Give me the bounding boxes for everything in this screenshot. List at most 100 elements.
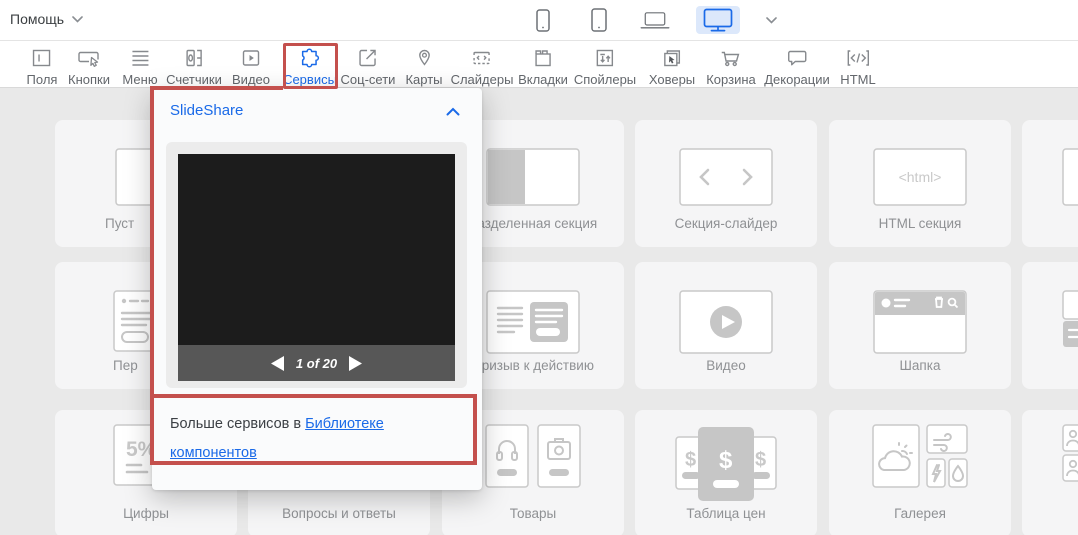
section-slider-icon	[679, 148, 773, 206]
card-label: Таблица цен	[635, 506, 817, 521]
card-label: Товары	[442, 506, 624, 521]
device-mobile-button[interactable]	[528, 6, 558, 34]
card-label: Видео	[635, 358, 817, 373]
card-label: Галерея	[829, 506, 1011, 521]
toolbar-item-label: Кнопки	[68, 72, 110, 87]
device-chevron-down-icon[interactable]	[766, 17, 777, 24]
svg-text:$: $	[685, 449, 696, 471]
share-arrow-icon	[356, 46, 380, 70]
map-pin-icon	[412, 46, 436, 70]
toolbar-item-counters[interactable]: Счетчики	[166, 46, 222, 87]
components-library-link-line2[interactable]: компонентов	[170, 445, 257, 461]
hovers-icon	[660, 46, 684, 70]
counters-icon	[182, 46, 206, 70]
toolbar-item-fields[interactable]: Поля	[27, 46, 58, 87]
slideshare-preview-frame: 1 of 20	[166, 142, 467, 388]
html-section-icon: <html>	[873, 148, 967, 206]
svg-text:$: $	[719, 447, 733, 474]
gallery-icon	[872, 424, 968, 488]
card-partial-r2[interactable]	[1022, 262, 1078, 389]
toolbar-item-label: Счетчики	[166, 72, 222, 87]
toolbar-item-label: Вкладки	[518, 72, 568, 87]
toolbar-item-maps[interactable]: Карты	[405, 46, 442, 87]
spoilers-icon	[593, 46, 617, 70]
split-section-icon	[486, 148, 580, 206]
more-services-prefix: Больше сервисов в	[170, 416, 301, 432]
toolbar-item-label: Поля	[27, 72, 58, 87]
toolbar-item-video[interactable]: Видео	[232, 46, 270, 87]
toolbar-item-cart[interactable]: Корзина	[706, 46, 756, 87]
preview-pagination-bar: 1 of 20	[178, 345, 455, 381]
toolbar-item-label: Корзина	[706, 72, 756, 87]
toolbar-item-spoilers[interactable]: Спойлеры	[574, 46, 636, 87]
more-services-text: Больше сервисов в Библиотеке компонентов	[170, 410, 464, 468]
help-label: Помощь	[10, 11, 64, 27]
products-icon	[485, 424, 581, 488]
toolbar-item-label: Меню	[122, 72, 157, 87]
card-price-table[interactable]: $ $ $ Таблица цен	[635, 410, 817, 535]
card-label: Шапка	[829, 358, 1011, 373]
prev-slide-button[interactable]	[271, 356, 284, 371]
card-partial-r3[interactable]	[1022, 410, 1078, 535]
toolbar-item-social[interactable]: Соц-сети	[341, 46, 396, 87]
toolbar-item-html[interactable]: HTML	[840, 46, 875, 87]
buttons-icon	[76, 46, 102, 70]
toolbar-item-label: Соц-сети	[341, 72, 396, 87]
slider-icon	[470, 46, 494, 70]
card-partial-r1[interactable]	[1022, 120, 1078, 247]
desktop-icon	[703, 8, 733, 32]
code-icon	[845, 46, 871, 70]
slideshare-title[interactable]: SlideShare	[170, 102, 243, 119]
video-icon	[239, 46, 263, 70]
services-dropdown-panel: SlideShare 1 of 20 Больше сервисов в Биб…	[152, 88, 482, 490]
help-menu[interactable]: Помощь	[10, 11, 83, 27]
toolbar-item-services[interactable]: Сервисы	[283, 46, 337, 87]
components-library-link-line1[interactable]: Библиотеке	[305, 416, 384, 432]
toolbar-item-buttons[interactable]: Кнопки	[68, 46, 110, 87]
card-gallery[interactable]: Галерея	[829, 410, 1011, 535]
chevron-down-icon	[72, 16, 83, 23]
device-desktop-button[interactable]	[696, 6, 740, 34]
card-html-section[interactable]: <html> HTML секция	[829, 120, 1011, 247]
slideshare-preview: 1 of 20	[178, 154, 455, 381]
tabs-icon	[531, 46, 555, 70]
chevron-up-icon[interactable]	[446, 107, 460, 116]
toolbar-item-label: Карты	[405, 72, 442, 87]
toolbar-item-label: Слайдеры	[451, 72, 514, 87]
toolbar-item-decorations[interactable]: Декорации	[764, 46, 830, 87]
card-label: HTML секция	[829, 216, 1011, 231]
mobile-icon	[536, 9, 550, 32]
card-header[interactable]: Шапка	[829, 262, 1011, 389]
fields-icon	[30, 46, 54, 70]
call-to-action-icon	[486, 290, 580, 354]
toolbar-item-tabs[interactable]: Вкладки	[518, 46, 568, 87]
card-label: Цифры	[55, 506, 237, 521]
card-label: Вопросы и ответы	[248, 506, 430, 521]
partial-section-icon	[1062, 148, 1078, 206]
device-laptop-button[interactable]	[640, 6, 670, 34]
card-section-slider[interactable]: Секция-слайдер	[635, 120, 817, 247]
toolbar-item-sliders[interactable]: Слайдеры	[451, 46, 514, 87]
card-video[interactable]: Видео	[635, 262, 817, 389]
device-tablet-button[interactable]	[584, 6, 614, 34]
toolbar-item-label: Видео	[232, 72, 270, 87]
partial-form-icon	[1062, 290, 1078, 348]
toolbar-item-label: Ховеры	[649, 72, 695, 87]
menu-icon	[128, 46, 152, 70]
toolbar-item-hovers[interactable]: Ховеры	[649, 46, 695, 87]
puzzle-icon	[297, 46, 323, 70]
toolbar-item-label: HTML	[840, 72, 875, 87]
svg-text:$: $	[755, 449, 766, 471]
components-toolbar: ы Поля Кнопки Меню Счетчики Видео Сервис…	[0, 41, 1078, 88]
tablet-icon	[591, 8, 607, 32]
speech-bubble-icon	[784, 46, 810, 70]
video-play-icon	[679, 290, 773, 354]
top-bar: Помощь	[0, 0, 1078, 41]
header-icon	[873, 290, 967, 354]
cart-icon	[718, 46, 744, 70]
device-switcher	[528, 0, 777, 40]
slide-counter: 1 of 20	[296, 356, 337, 371]
toolbar-item-menu[interactable]: Меню	[122, 46, 157, 87]
next-slide-button[interactable]	[349, 356, 362, 371]
toolbar-item-label: Спойлеры	[574, 72, 636, 87]
